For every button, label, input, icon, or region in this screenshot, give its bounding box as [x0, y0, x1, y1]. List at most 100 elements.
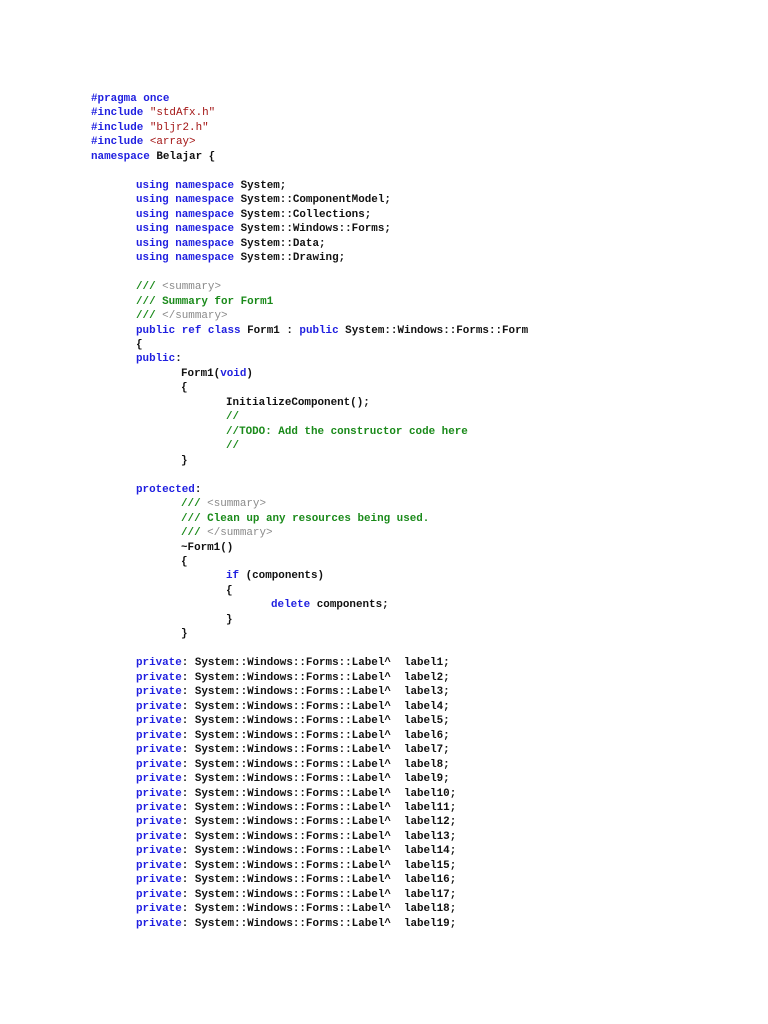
code-text-token: (components) [239, 570, 325, 583]
code-listing: #pragma once #include "stdAfx.h" #include … [91, 92, 528, 931]
code-text-token: System::Drawing; [234, 252, 346, 265]
code-line: { [91, 584, 528, 598]
code-line: private: System::Windows::Forms::Label^ … [91, 685, 528, 699]
code-line: private: System::Windows::Forms::Label^ … [91, 772, 528, 786]
keyword-token: private [136, 744, 182, 757]
code-line: // [91, 410, 528, 424]
string-token: "bljr2.h" [149, 121, 209, 134]
doc-tag-token: </summary> [207, 527, 273, 540]
code-line: private: System::Windows::Forms::Label^ … [91, 801, 528, 815]
string-token: <array> [149, 136, 196, 149]
keyword-token: private [136, 657, 182, 670]
code-line: #include "bljr2.h" [91, 121, 528, 135]
code-line: using namespace System::Windows::Forms; [91, 222, 528, 236]
code-text-token: } [226, 613, 233, 626]
code-text-token: : System::Windows::Forms::Label^ label11… [181, 801, 457, 814]
code-line: using namespace System::Collections; [91, 208, 528, 222]
code-text-token: : System::Windows::Forms::Label^ label19… [181, 917, 457, 930]
keyword-token: public [299, 324, 339, 337]
keyword-token: private [136, 859, 182, 872]
code-line: /// <summary> [91, 497, 528, 511]
code-line: private: System::Windows::Forms::Label^ … [91, 873, 528, 887]
code-text-token: : System::Windows::Forms::Label^ label14… [181, 845, 457, 858]
code-line: ~Form1() [91, 541, 528, 555]
code-text-token: { [181, 556, 188, 568]
code-line: /// </summary> [91, 526, 528, 540]
keyword-token: using namespace [136, 252, 235, 265]
keyword-token: private [136, 671, 182, 684]
keyword-token: if [226, 570, 240, 583]
code-line: private: System::Windows::Forms::Label^ … [91, 844, 528, 858]
keyword-token: private [136, 773, 182, 786]
code-line: public: [91, 352, 528, 366]
keyword-token: using namespace [136, 208, 235, 221]
code-line: namespace Belajar { [91, 150, 528, 164]
keyword-token: using namespace [136, 237, 235, 250]
code-text-token: : System::Windows::Forms::Label^ label12… [181, 816, 457, 829]
code-line: protected: [91, 483, 528, 497]
keyword-token: private [136, 715, 182, 728]
code-text-token: } [181, 454, 188, 467]
code-line: /// Clean up any resources being used. [91, 512, 528, 526]
code-text-token: System::Data; [234, 237, 326, 250]
comment-token: //TODO: Add the constructor code here [226, 425, 468, 438]
code-text-token: ) [246, 367, 253, 380]
keyword-token: public ref class [136, 324, 241, 337]
code-line: Form1(void) [91, 367, 528, 381]
code-line: if (components) [91, 569, 528, 583]
comment-token: /// [181, 527, 208, 540]
code-text-token: : System::Windows::Forms::Label^ label6; [181, 729, 450, 742]
keyword-token: private [136, 729, 182, 742]
code-line: #include "stdAfx.h" [91, 106, 528, 120]
keyword-token: private [136, 758, 182, 771]
doc-tag-token: <summary> [207, 498, 266, 511]
code-line: } [91, 613, 528, 627]
keyword-token: private [136, 888, 182, 901]
code-text-token: : System::Windows::Forms::Label^ label17… [181, 888, 457, 901]
code-line: private: System::Windows::Forms::Label^ … [91, 815, 528, 829]
keyword-token: private [136, 874, 182, 887]
code-line: private: System::Windows::Forms::Label^ … [91, 758, 528, 772]
code-text-token: System::Windows::Forms; [234, 223, 391, 236]
code-line: InitializeComponent(); [91, 396, 528, 410]
code-text-token: InitializeComponent(); [226, 396, 370, 409]
keyword-token: private [136, 816, 182, 829]
code-line: private: System::Windows::Forms::Label^ … [91, 830, 528, 844]
code-text-token: components; [310, 599, 389, 612]
code-text-token: : System::Windows::Forms::Label^ label13… [181, 830, 457, 843]
keyword-token: void [220, 367, 247, 380]
code-text-token: { [181, 382, 188, 395]
code-text-token: : System::Windows::Forms::Label^ label8; [181, 758, 450, 771]
keyword-token: private [136, 787, 182, 800]
keyword-token: private [136, 830, 182, 843]
keyword-token: private [136, 801, 182, 814]
code-line: using namespace System; [91, 179, 528, 193]
code-text-token: } [181, 628, 188, 641]
code-line: { [91, 381, 528, 395]
code-text-token: : System::Windows::Forms::Label^ label3; [181, 686, 450, 699]
code-text-token: Belajar { [149, 150, 216, 163]
keyword-token: using namespace [136, 223, 235, 236]
comment-token: /// Clean up any resources being used. [181, 512, 430, 525]
code-line: /// <summary> [91, 280, 528, 294]
code-line: #pragma once [91, 92, 528, 106]
code-text-token: : System::Windows::Forms::Label^ label1; [181, 657, 450, 670]
code-line: using namespace System::Drawing; [91, 251, 528, 265]
code-line: // [91, 439, 528, 453]
code-line: private: System::Windows::Forms::Label^ … [91, 787, 528, 801]
comment-token: // [226, 411, 240, 424]
keyword-token: namespace [91, 150, 150, 163]
code-line: using namespace System::Data; [91, 237, 528, 251]
keyword-token: private [136, 903, 182, 916]
comment-token: // [226, 440, 240, 453]
comment-token: /// [181, 498, 208, 511]
doc-tag-token: <summary> [162, 281, 221, 294]
code-text-token: : System::Windows::Forms::Label^ label10… [181, 787, 457, 800]
code-text-token: : System::Windows::Forms::Label^ label18… [181, 903, 457, 916]
keyword-token: private [136, 917, 182, 930]
code-line: private: System::Windows::Forms::Label^ … [91, 902, 528, 916]
code-text-token: : System::Windows::Forms::Label^ label5; [181, 715, 450, 728]
